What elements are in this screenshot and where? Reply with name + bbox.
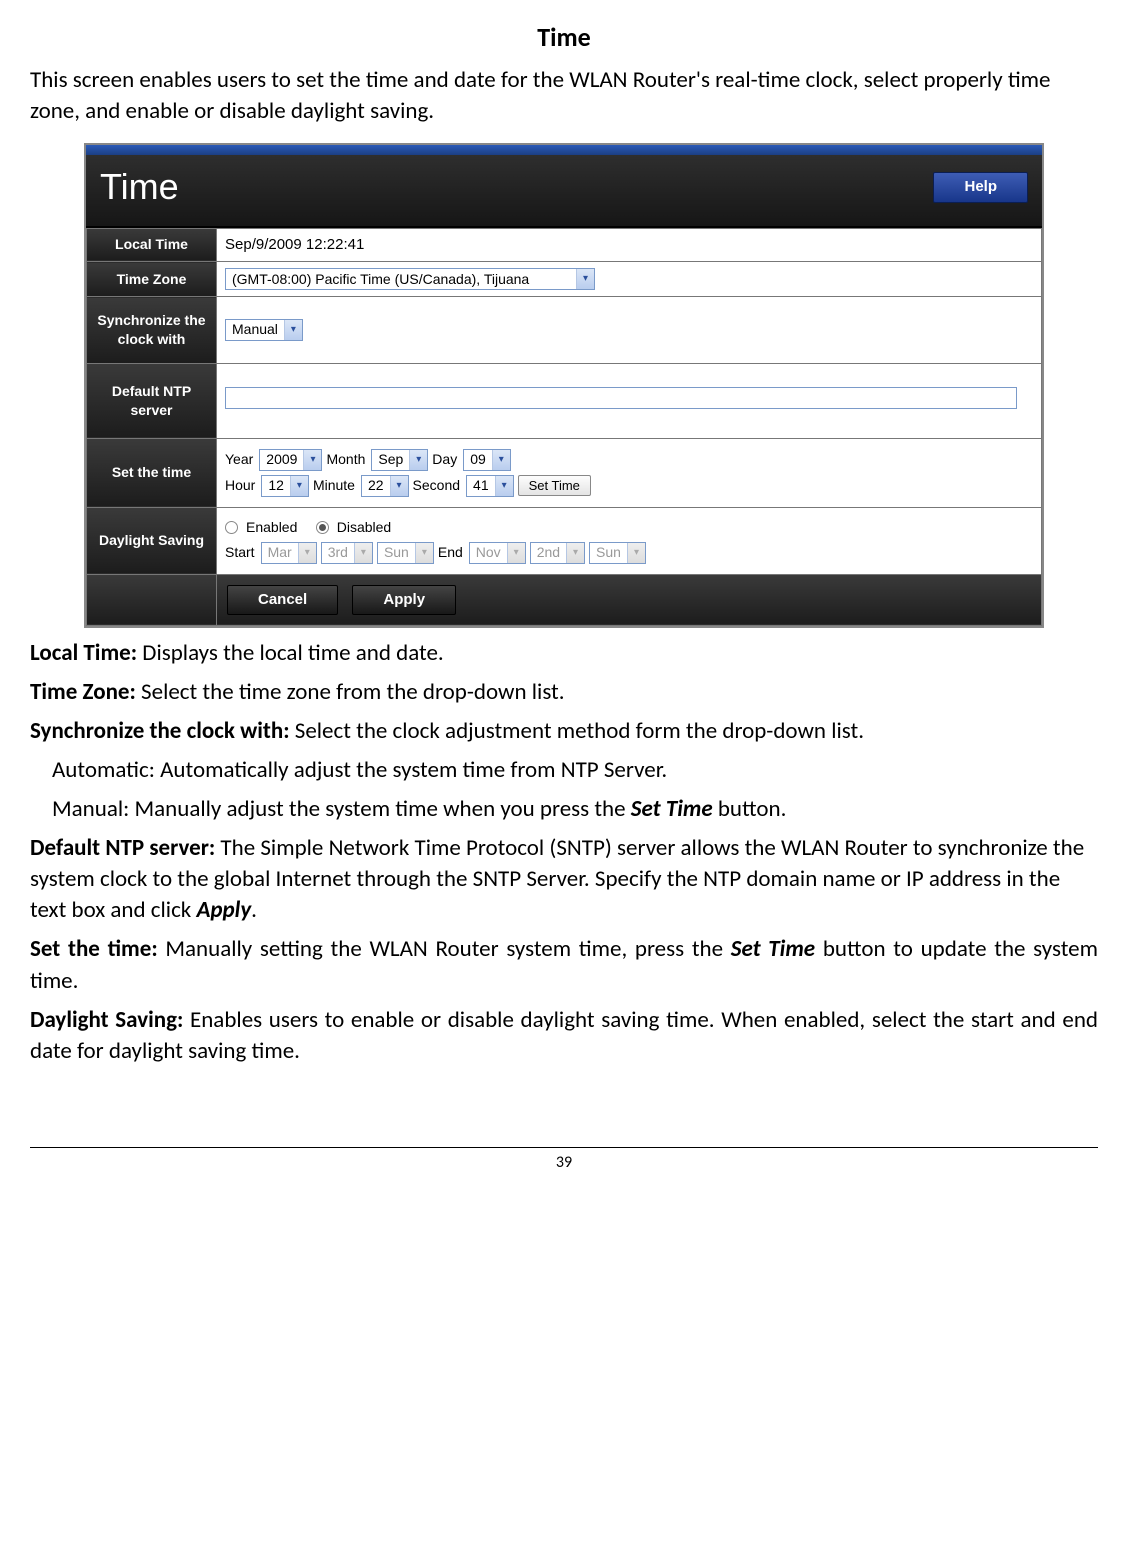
year-label: Year: [225, 450, 253, 469]
sync-select[interactable]: Manual ▾: [225, 319, 303, 341]
start-day-value: Sun: [378, 543, 415, 562]
label-time-zone: Time Zone: [87, 262, 217, 297]
month-select[interactable]: Sep▾: [371, 449, 428, 471]
daylight-enabled-radio[interactable]: [225, 521, 238, 534]
chevron-down-icon: ▾: [409, 450, 427, 470]
label-daylight: Daylight Saving: [87, 507, 217, 574]
hour-value: 12: [262, 476, 290, 495]
label-local-time: Local Time: [87, 228, 217, 261]
chevron-down-icon: ▾: [507, 543, 525, 563]
chevron-down-icon: ▾: [284, 320, 302, 340]
second-label: Second: [413, 476, 460, 495]
sync-selected: Manual: [226, 320, 284, 339]
time-zone-select[interactable]: (GMT-08:00) Pacific Time (US/Canada), Ti…: [225, 268, 595, 290]
footer-buttons: Cancel Apply: [217, 574, 1042, 625]
panel-title: Time: [100, 163, 179, 212]
chevron-down-icon: ▾: [566, 543, 584, 563]
config-table: Local Time Sep/9/2009 12:22:41 Time Zone…: [86, 228, 1042, 626]
second-select[interactable]: 41▾: [466, 475, 514, 497]
desc-ntp: Default NTP server: The Simple Network T…: [30, 833, 1098, 926]
end-month-select[interactable]: Nov▾: [469, 542, 526, 564]
desc-local-time: Local Time: Displays the local time and …: [30, 638, 1098, 669]
daylight-end-label: End: [438, 543, 463, 562]
start-month-select[interactable]: Mar▾: [261, 542, 317, 564]
day-select[interactable]: 09▾: [463, 449, 511, 471]
chevron-down-icon: ▾: [303, 450, 321, 470]
start-month-value: Mar: [262, 543, 298, 562]
month-label: Month: [326, 450, 365, 469]
window-titlebar: [86, 145, 1042, 155]
end-week-select[interactable]: 2nd▾: [530, 542, 585, 564]
minute-label: Minute: [313, 476, 355, 495]
desc-time-zone: Time Zone: Select the time zone from the…: [30, 677, 1098, 708]
desc-sync-auto: Automatic: Automatically adjust the syst…: [52, 755, 1098, 786]
year-value: 2009: [260, 450, 303, 469]
end-day-value: Sun: [590, 543, 627, 562]
chevron-down-icon: ▾: [492, 450, 510, 470]
footer-spacer: [87, 574, 217, 625]
set-time-button[interactable]: Set Time: [518, 475, 591, 497]
second-value: 41: [467, 476, 495, 495]
chevron-down-icon: ▾: [390, 476, 408, 496]
end-day-select[interactable]: Sun▾: [589, 542, 646, 564]
desc-set-time: Set the time: Manually setting the WLAN …: [30, 934, 1098, 996]
panel-header: Time Help: [86, 155, 1042, 228]
label-ntp: Default NTP server: [87, 363, 217, 438]
value-local-time: Sep/9/2009 12:22:41: [217, 228, 1042, 261]
field-ntp: [217, 363, 1042, 438]
desc-sync-manual: Manual: Manually adjust the system time …: [52, 794, 1098, 825]
field-sync: Manual ▾: [217, 297, 1042, 364]
field-set-time: Year 2009▾ Month Sep▾ Day 09▾ Hour 12▾ M…: [217, 438, 1042, 507]
year-select[interactable]: 2009▾: [259, 449, 322, 471]
apply-button[interactable]: Apply: [352, 585, 456, 615]
hour-select[interactable]: 12▾: [261, 475, 309, 497]
chevron-down-icon: ▾: [576, 269, 594, 289]
page-footer: 39: [30, 1147, 1098, 1174]
daylight-disabled-radio[interactable]: [316, 521, 329, 534]
end-week-value: 2nd: [531, 543, 566, 562]
daylight-enabled-label: Enabled: [246, 518, 297, 537]
start-week-select[interactable]: 3rd▾: [321, 542, 373, 564]
ntp-server-input[interactable]: [225, 387, 1017, 409]
daylight-disabled-label: Disabled: [337, 518, 391, 537]
hour-label: Hour: [225, 476, 255, 495]
desc-sync: Synchronize the clock with: Select the c…: [30, 716, 1098, 747]
chevron-down-icon: ▾: [627, 543, 645, 563]
chevron-down-icon: ▾: [290, 476, 308, 496]
help-button[interactable]: Help: [933, 172, 1028, 202]
month-value: Sep: [372, 450, 409, 469]
day-label: Day: [432, 450, 457, 469]
time-zone-selected: (GMT-08:00) Pacific Time (US/Canada), Ti…: [226, 270, 576, 289]
intro-text: This screen enables users to set the tim…: [30, 65, 1098, 127]
daylight-start-label: Start: [225, 543, 255, 562]
router-screenshot: Time Help Local Time Sep/9/2009 12:22:41…: [84, 143, 1044, 628]
start-week-value: 3rd: [322, 543, 354, 562]
chevron-down-icon: ▾: [298, 543, 316, 563]
field-daylight: Enabled Disabled Start Mar▾ 3rd▾ Sun▾ En…: [217, 507, 1042, 574]
day-value: 09: [464, 450, 492, 469]
desc-daylight: Daylight Saving: Enables users to enable…: [30, 1005, 1098, 1067]
minute-value: 22: [362, 476, 390, 495]
label-sync: Synchronize the clock with: [87, 297, 217, 364]
end-month-value: Nov: [470, 543, 507, 562]
chevron-down-icon: ▾: [354, 543, 372, 563]
field-time-zone: (GMT-08:00) Pacific Time (US/Canada), Ti…: [217, 262, 1042, 297]
chevron-down-icon: ▾: [415, 543, 433, 563]
chevron-down-icon: ▾: [495, 476, 513, 496]
label-set-time: Set the time: [87, 438, 217, 507]
start-day-select[interactable]: Sun▾: [377, 542, 434, 564]
cancel-button[interactable]: Cancel: [227, 585, 338, 615]
minute-select[interactable]: 22▾: [361, 475, 409, 497]
page-title: Time: [30, 20, 1098, 55]
description-section: Local Time: Displays the local time and …: [30, 638, 1098, 1067]
